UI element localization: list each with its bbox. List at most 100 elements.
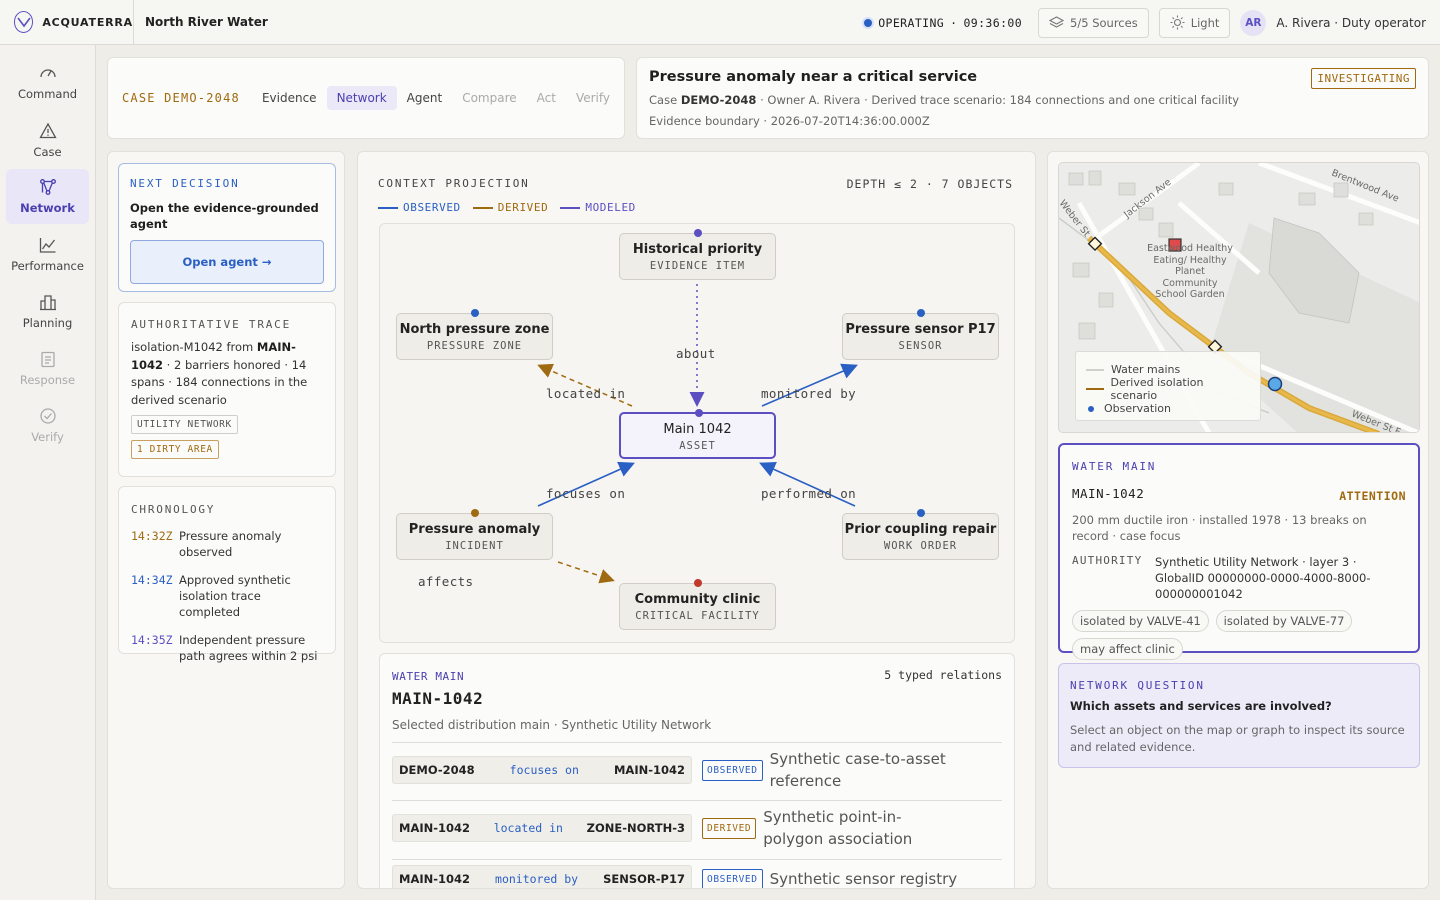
nav-performance[interactable]: Performance [6,227,89,282]
detail-title: MAIN-1042 [392,689,484,708]
observation-dot-icon [1088,405,1094,412]
relation-row[interactable]: DEMO-2048 focuses on MAIN-1042 OBSERVED … [392,748,1002,792]
tab-evidence[interactable]: Evidence [252,86,327,110]
relation-verb: located in [493,821,563,835]
avatar[interactable]: AR [1240,9,1267,36]
node-title: Main 1042 [663,422,732,437]
clock-time: 09:36:00 [963,15,1023,30]
node-type: WORK ORDER [883,540,958,552]
map-observation-marker [1267,376,1283,392]
nav-command[interactable]: Command [6,55,89,110]
relation-row[interactable]: MAIN-1042 monitored by SENSOR-P17 OBSERV… [392,865,1002,888]
node-pressure-sensor[interactable]: Pressure sensor P17 SENSOR [842,309,999,360]
tab-compare[interactable]: Compare [452,86,526,110]
case-id: CASE DEMO-2048 [122,91,240,105]
node-title: Prior coupling repair [844,522,997,537]
map-building [1298,192,1316,206]
node-type: PRESSURE ZONE [426,340,523,352]
map-building [1068,172,1084,186]
nav-label: Verify [31,430,64,444]
sources-button[interactable]: 5/5 Sources [1038,7,1149,38]
relation-triple: DEMO-2048 focuses on MAIN-1042 [392,756,692,784]
attention-badge: ATTENTION [1339,489,1406,503]
relation-to: MAIN-1042 [613,763,685,777]
node-title: Historical priority [632,242,763,257]
network-question-card: NETWORK QUESTION Which assets and servic… [1058,663,1420,768]
nav-network[interactable]: Network [6,169,89,224]
relation-from: DEMO-2048 [399,763,475,777]
isolation-swatch [1086,388,1104,391]
map-poi-label: Eastwood Healthy Eating/ Healthy Planet … [1147,243,1233,300]
relationship-graph[interactable]: about located in monitored by focuses on… [379,223,1015,643]
node-pin [694,579,702,587]
relation-kind-badge: OBSERVED [702,868,763,888]
chip-valve-77[interactable]: isolated by VALVE-77 [1215,610,1353,632]
layers-icon [1049,15,1065,28]
network-question-hint: Select an object on the map or graph to … [1070,723,1405,754]
user-name: A. Rivera · Duty operator [1276,15,1426,30]
authority-row: AUTHORITY Synthetic Utility Network · la… [1072,554,1406,602]
node-title: Pressure anomaly [408,522,541,537]
left-panel: NEXT DECISION Open the evidence-grounded… [107,151,345,889]
nav-response[interactable]: Response [6,341,89,396]
brand[interactable]: ACQUATERRA [0,0,134,44]
node-community-clinic[interactable]: Community clinic CRITICAL FACILITY [619,579,776,630]
chronology-text: Independent pressure path agrees within … [179,633,318,663]
nav-planning[interactable]: Planning [6,284,89,339]
relation-from: MAIN-1042 [399,821,471,835]
node-pressure-anomaly[interactable]: Pressure anomaly INCIDENT [396,509,553,560]
edge-label-performed-on: performed on [761,486,857,501]
case-prefix: Case [649,93,678,107]
chronology-kicker: CHRONOLOGY [131,503,216,516]
open-agent-button[interactable]: Open agent → [130,240,324,284]
relation-row[interactable]: MAIN-1042 located in ZONE-NORTH-3 DERIVE… [392,806,1002,850]
node-historical-priority[interactable]: Historical priority EVIDENCE ITEM [619,229,776,280]
network-question-text: Which assets and services are involved? [1070,699,1332,713]
nav-label: Case [33,145,62,159]
theme-toggle[interactable]: Light [1158,7,1231,38]
sun-icon [1170,15,1185,30]
clipboard-icon [40,351,55,368]
graph-legend: OBSERVED DERIVED MODELED [378,201,636,214]
case-summary: Pressure anomaly near a critical service… [636,57,1429,139]
trace-kicker: AUTHORITATIVE TRACE [131,318,292,331]
edge-label-monitored-by: monitored by [761,386,857,401]
edge-label-about: about [676,346,716,361]
water-main-meta: 200 mm ductile iron · installed 1978 · 1… [1072,513,1367,543]
chronology-card: CHRONOLOGY 14:32Z Pressure anomaly obser… [118,486,336,663]
nav-label: Network [20,201,75,215]
evidence-boundary: Evidence boundary · 2026-07-20T14:36:00.… [649,114,930,128]
tab-network[interactable]: Network [326,86,397,110]
node-main-1042[interactable]: Main 1042 ASSET [619,409,776,459]
chip-affect-clinic[interactable]: may affect clinic [1072,638,1183,660]
tab-verify[interactable]: Verify [566,86,620,110]
network-map[interactable]: Jackson Ave Brentwood Ave Weber St Weber… [1058,162,1420,433]
buildings-icon [39,295,56,311]
relation-to: ZONE-NORTH-3 [586,821,685,835]
case-meta: Case DEMO-2048 · Owner A. Rivera · Deriv… [649,93,1416,107]
node-type: CRITICAL FACILITY [635,610,760,622]
nav-verify[interactable]: Verify [6,398,89,453]
next-decision-kicker: NEXT DECISION [130,177,240,190]
node-type: SENSOR [898,340,943,352]
legend-derived-label: DERIVED [497,201,549,214]
map-legend-label: Observation [1104,402,1171,416]
node-north-pressure-zone[interactable]: North pressure zone PRESSURE ZONE [396,309,553,360]
tab-agent[interactable]: Agent [397,86,453,110]
nav-case[interactable]: Case [6,113,89,168]
map-legend-label: Derived isolation scenario [1110,376,1204,403]
relation-count: 5 typed relations [884,668,1002,682]
relation-verb: focuses on [509,763,579,777]
map-building [1333,182,1349,198]
node-pin [917,509,925,517]
map-building [1098,292,1114,308]
edge-label-affects: affects [418,574,474,589]
chip-valve-41[interactable]: isolated by VALVE-41 [1072,610,1209,632]
nav-label: Response [19,373,76,387]
legend-observed: OBSERVED [378,201,461,214]
legend-derived: DERIVED [472,201,549,214]
node-type: EVIDENCE ITEM [649,260,746,272]
tab-act[interactable]: Act [527,86,566,110]
case-ref: DEMO-2048 [680,93,757,107]
node-coupling-repair[interactable]: Prior coupling repair WORK ORDER [842,509,999,560]
